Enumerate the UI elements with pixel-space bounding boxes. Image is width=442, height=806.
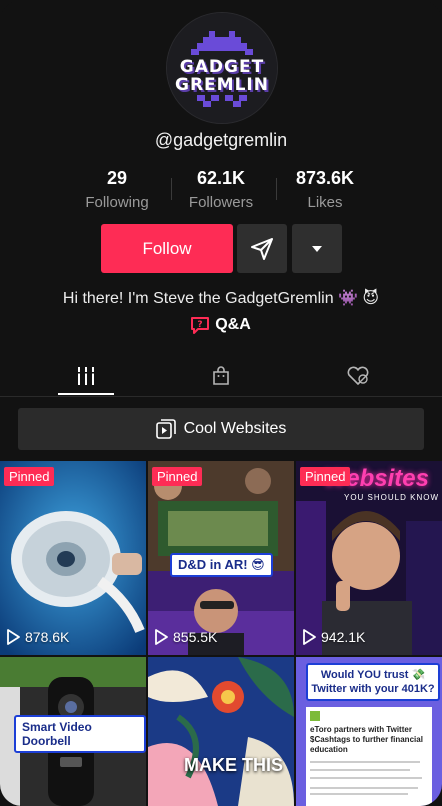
tab-liked[interactable] [284,356,431,396]
shopping-bag-icon [212,366,229,385]
video-thumbnail[interactable]: Pinned D&D in AR! 😎 855.5K [148,461,294,655]
article-text-line [310,793,408,795]
stat-following[interactable]: 29 Following [62,168,172,211]
video-thumbnail[interactable]: Smart Video Doorbell [0,657,146,806]
videos-grid-icon [75,367,96,385]
view-count: 942.1K [302,629,365,645]
tab-shop[interactable] [147,356,294,396]
liked-hidden-icon [347,366,368,385]
profile-tabs [0,356,442,397]
tab-videos[interactable] [12,356,159,396]
follow-button[interactable]: Follow [101,224,233,273]
logo-text-gadget: GADGET [179,57,265,77]
stat-likes-value: 873.6K [295,168,355,188]
pinned-badge: Pinned [152,467,203,486]
send-icon [251,237,273,260]
article-text-line [310,777,422,779]
playlist-button[interactable]: Cool Websites [18,408,424,450]
qa-label: Q&A [215,316,251,333]
video-caption: D&D in AR! 😎 [170,553,273,577]
stat-following-value: 29 [106,168,128,188]
play-icon [7,629,20,645]
thumbnail-floral-art-image [148,657,294,806]
stat-likes[interactable]: 873.6K Likes [270,168,380,211]
playlist-icon [155,419,176,439]
video-caption: Would YOU trust 💸 Twitter with your 401K… [306,663,440,701]
video-caption: Smart Video Doorbell [14,715,146,753]
caret-down-icon [312,245,322,252]
profile-bio: Hi there! I'm Steve the GadgetGremlin 👾 … [62,290,380,307]
view-count: 878.6K [6,629,69,645]
active-tab-indicator [58,393,114,395]
stat-followers[interactable]: 62.1K Followers [166,168,276,211]
svg-text:?: ? [198,320,203,330]
pinned-badge: Pinned [4,467,55,486]
view-count: 855.5K [154,629,217,645]
play-icon [303,629,316,645]
play-icon [155,629,168,645]
more-options-button[interactable] [292,224,342,273]
caption-line-1: Would YOU trust 💸 [320,669,426,681]
profile-avatar[interactable]: GADGET GREMLIN [166,12,278,124]
stat-following-label: Following [85,194,149,211]
qa-icon: ? [191,316,210,334]
pinned-badge: Pinned [300,467,351,486]
video-caption: MAKE THIS [184,755,283,775]
thumbnail-led-strip-image [0,461,146,655]
logo-text-gremlin: GREMLIN [175,75,269,95]
article-title: eToro partners with Twitter $Cashtags to… [310,725,423,754]
overlay-subtitle: YOU SHOULD KNOW [344,493,440,502]
username-handle: @gadgetgremlin [154,130,288,150]
playlist-label: Cool Websites [183,420,287,437]
view-count-value: 942.1K [321,629,366,645]
stat-followers-label: Followers [188,194,254,211]
article-card: eToro partners with Twitter $Cashtags to… [306,707,432,806]
video-thumbnail[interactable]: Would YOU trust 💸 Twitter with your 401K… [296,657,442,806]
caption-line-2: Twitter with your 401K? [311,683,435,695]
stat-likes-label: Likes [307,194,343,211]
article-text-line [310,787,418,789]
qa-link[interactable]: ? Q&A [0,316,442,334]
article-text-line [310,769,410,771]
video-thumbnail[interactable]: MAKE THIS [148,657,294,806]
article-text-line [310,761,420,763]
view-count-value: 855.5K [173,629,218,645]
profile-screen: GADGET GREMLIN @gadgetgremlin 29 Followi… [0,0,442,806]
profile-stats: 29 Following 62.1K Followers 873.6K Like… [0,168,442,212]
video-thumbnail[interactable]: Websites YOU SHOULD KNOW Pinned 942.1K [296,461,442,655]
video-thumbnail[interactable]: Pinned 878.6K [0,461,146,655]
view-count-value: 878.6K [25,629,70,645]
share-button[interactable] [237,224,287,273]
stat-followers-value: 62.1K [196,168,246,188]
etoro-logo-icon [310,711,320,721]
